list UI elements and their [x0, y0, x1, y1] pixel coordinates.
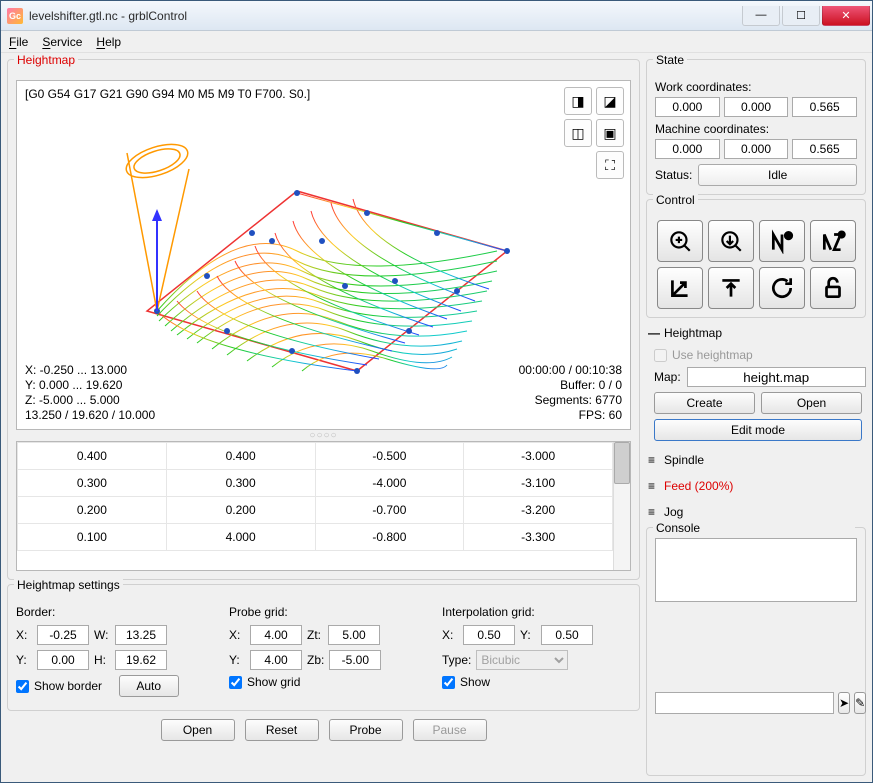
interp-grid-label: Interpolation grid: [442, 605, 631, 619]
open-button[interactable]: Open [161, 719, 235, 741]
open-map-button[interactable]: Open [761, 392, 862, 414]
table-row: 0.4000.400-0.500-3.000 [18, 443, 613, 470]
viz-stats-right: 00:00:00 / 00:10:38Buffer: 0 / 0Segments… [519, 363, 622, 423]
heightmap-section-toggle[interactable]: —Heightmap [646, 322, 866, 344]
fit-icon[interactable]: ⛶ [596, 151, 624, 179]
table-row: 0.1004.000-0.800-3.300 [18, 524, 613, 551]
unlock-button[interactable] [810, 267, 856, 309]
heightmap-mesh [97, 121, 527, 391]
mach-z: 0.565 [792, 139, 857, 159]
console-output[interactable] [655, 538, 857, 602]
show-interp-checkbox[interactable] [442, 676, 455, 689]
titlebar: Gc levelshifter.gtl.nc - grblControl — ☐… [1, 1, 872, 31]
clear-icon[interactable]: ✎ [854, 692, 866, 714]
safe-z-button[interactable] [708, 267, 754, 309]
state-group: State Work coordinates: 0.000 0.000 0.56… [646, 59, 866, 195]
mach-coord-label: Machine coordinates: [655, 122, 857, 136]
visualizer[interactable]: [G0 G54 G17 G21 G90 G94 M0 M5 M9 T0 F700… [16, 80, 631, 430]
window-title: levelshifter.gtl.nc - grblControl [29, 9, 742, 23]
home-button[interactable] [657, 220, 703, 262]
menubar: File Service Help [1, 31, 872, 53]
minimize-button[interactable]: — [742, 6, 780, 26]
probe-zb-input[interactable] [329, 650, 381, 670]
goto-origin-button[interactable] [657, 267, 703, 309]
console-input[interactable] [655, 692, 834, 714]
view-front-icon[interactable]: ▣ [596, 119, 624, 147]
reset-button[interactable]: Reset [245, 719, 319, 741]
app-icon: Gc [7, 8, 23, 24]
view-top-icon[interactable]: ◫ [564, 119, 592, 147]
close-button[interactable]: ✕ [822, 6, 870, 26]
work-z: 0.565 [792, 97, 857, 117]
create-map-button[interactable]: Create [654, 392, 755, 414]
drag-handle-icon[interactable]: ○○○○ [16, 430, 631, 441]
show-border-checkbox[interactable] [16, 680, 29, 693]
gcode-state: [G0 G54 G17 G21 G90 G94 M0 M5 M9 T0 F700… [25, 87, 310, 101]
mach-x: 0.000 [655, 139, 720, 159]
use-heightmap-checkbox[interactable] [654, 349, 667, 362]
hm-settings-legend: Heightmap settings [14, 578, 123, 592]
status-value: Idle [698, 164, 857, 186]
menu-file[interactable]: File [9, 35, 28, 49]
probe-x-input[interactable] [250, 625, 302, 645]
scrollbar[interactable] [613, 442, 630, 570]
border-w-input[interactable] [115, 625, 167, 645]
main-buttons: Open Reset Probe Pause [7, 715, 640, 743]
maximize-button[interactable]: ☐ [782, 6, 820, 26]
reset-grbl-button[interactable] [759, 267, 805, 309]
probe-zt-input[interactable] [328, 625, 380, 645]
heightmap-legend: Heightmap [14, 53, 78, 67]
jog-section-toggle[interactable]: ≡Jog [646, 501, 866, 523]
interp-x-input[interactable] [463, 625, 515, 645]
pause-button[interactable]: Pause [413, 719, 487, 741]
border-y-input[interactable] [37, 650, 89, 670]
send-icon[interactable]: ➤ [838, 692, 850, 714]
main-window: Gc levelshifter.gtl.nc - grblControl — ☐… [0, 0, 873, 783]
work-coord-label: Work coordinates: [655, 80, 857, 94]
zero-z-button[interactable] [810, 220, 856, 262]
map-file-input[interactable] [687, 367, 866, 387]
table-row: 0.3000.300-4.000-3.100 [18, 470, 613, 497]
border-x-input[interactable] [37, 625, 89, 645]
probe-y-input[interactable] [250, 650, 302, 670]
work-x: 0.000 [655, 97, 720, 117]
interp-y-input[interactable] [541, 625, 593, 645]
mach-y: 0.000 [724, 139, 789, 159]
control-group: Control [646, 199, 866, 318]
probe-grid-label: Probe grid: [229, 605, 418, 619]
menu-help[interactable]: Help [96, 35, 121, 49]
edit-mode-button[interactable]: Edit mode [654, 419, 862, 441]
console-group: Console ➤ ✎ [646, 527, 866, 776]
probe-z-button[interactable] [708, 220, 754, 262]
heightmap-table[interactable]: 0.4000.400-0.500-3.000 0.3000.300-4.000-… [16, 441, 631, 571]
interp-type-select[interactable]: Bicubic [476, 650, 568, 670]
view-iso1-icon[interactable]: ◨ [564, 87, 592, 115]
menu-service[interactable]: Service [42, 35, 82, 49]
table-row: 0.2000.200-0.700-3.200 [18, 497, 613, 524]
probe-button[interactable]: Probe [329, 719, 403, 741]
zero-xy-button[interactable] [759, 220, 805, 262]
feed-section-toggle[interactable]: ≡Feed (200%) [646, 475, 866, 497]
border-label: Border: [16, 605, 205, 619]
viz-stats-left: X: -0.250 ... 13.000Y: 0.000 ... 19.620Z… [25, 363, 155, 423]
spindle-section-toggle[interactable]: ≡Spindle [646, 449, 866, 471]
status-label: Status: [655, 168, 692, 182]
heightmap-group: Heightmap [G0 G54 G17 G21 G90 G94 M0 M5 … [7, 59, 640, 580]
show-grid-checkbox[interactable] [229, 676, 242, 689]
view-iso2-icon[interactable]: ◪ [596, 87, 624, 115]
border-h-input[interactable] [115, 650, 167, 670]
auto-button[interactable]: Auto [119, 675, 179, 697]
heightmap-settings-group: Heightmap settings Border: X:W: Y:H: Sho… [7, 584, 640, 711]
work-y: 0.000 [724, 97, 789, 117]
